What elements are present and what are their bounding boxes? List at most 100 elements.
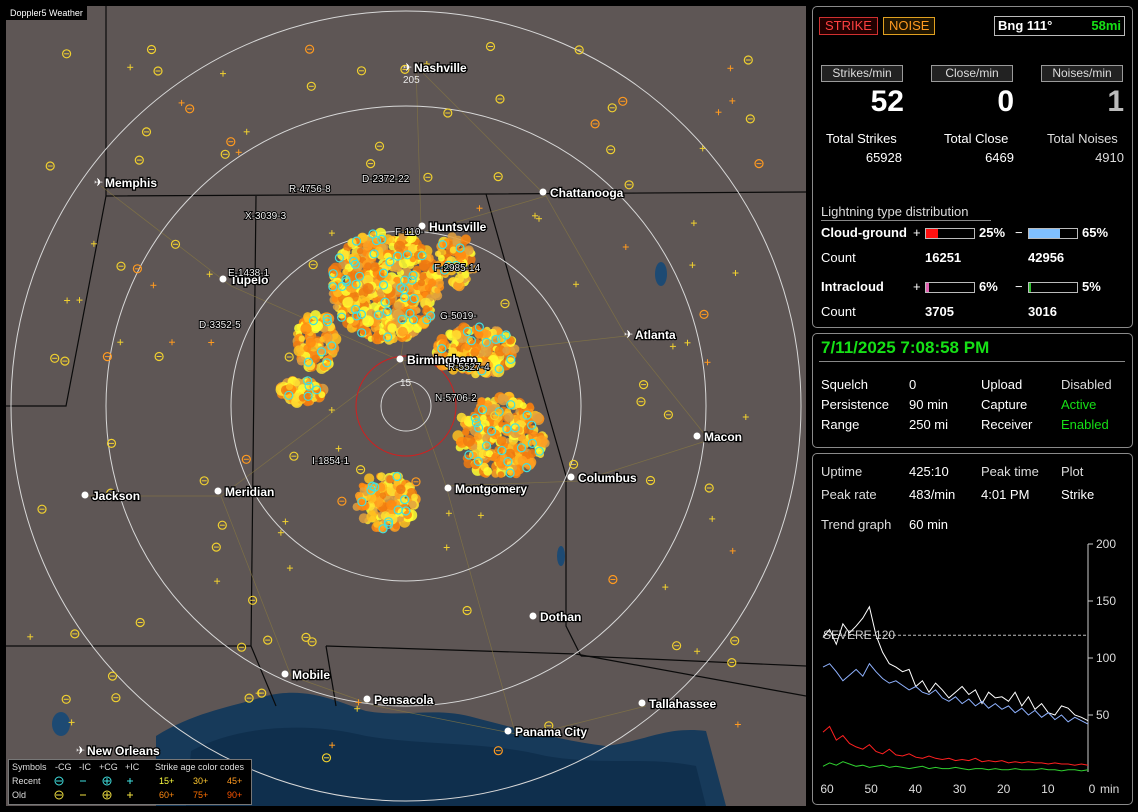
storm-label: E-1438-1 (228, 268, 270, 279)
distribution-title: Lightning type distribution (821, 204, 969, 219)
total-strikes-value: 65928 (865, 150, 902, 165)
legend-col-pos-cg: +CG (99, 762, 118, 772)
city-montgomery: Montgomery (444, 481, 529, 497)
city-dot-icon (638, 699, 646, 707)
trend-chart: 5010015020060 50 40 30 20 10 0 minSEVERE 120 (820, 537, 1119, 796)
persistence-value: 90 min (909, 397, 949, 412)
trend-series-3 (822, 761, 1089, 772)
y-tick-label: 50 (1096, 708, 1110, 722)
city-name: Memphis (105, 176, 157, 190)
range-value: 250 mi (909, 417, 949, 432)
noises-per-min-value: 1 (1107, 85, 1124, 118)
storm-label: G-5019- (440, 311, 477, 322)
city-name: Pensacola (374, 693, 434, 707)
total-close-label: Total Close (944, 131, 1009, 146)
system-status-panel: 7/11/2025 7:08:58 PM Squelch 0 Upload Di… (812, 333, 1133, 448)
range-label: Range (821, 417, 860, 432)
strikes-per-min-header: Strikes/min (821, 65, 903, 82)
storm-label: R-4756-8 (289, 184, 331, 195)
x-tick-label: 60 (820, 782, 834, 796)
y-tick-label: 100 (1096, 651, 1116, 665)
ic-positive-pct: 6% (979, 279, 998, 294)
storm-label: F-110- (395, 227, 424, 238)
ic-positive-count: 3705 (925, 304, 954, 319)
city-name: Meridian (225, 485, 274, 499)
legend-row-old: Old (12, 790, 27, 800)
pos-ic-recent-icon (127, 778, 133, 784)
bearing-label: Bng 111° (998, 18, 1053, 33)
city-tallahassee: Tallahassee (638, 696, 718, 712)
airport-icon: ✈ (76, 744, 85, 757)
ic-negative-count: 3016 (1028, 304, 1057, 319)
x-tick-label: 20 (997, 782, 1011, 796)
storm-label: D-3352-5 (199, 320, 241, 331)
legend-row-recent: Recent (12, 776, 41, 786)
range-label-inner: 15 (400, 378, 412, 389)
city-atlanta: ✈ Atlanta (624, 327, 677, 344)
squelch-label: Squelch (821, 377, 868, 392)
city-new-orleans: ✈ New Orleans (76, 743, 161, 760)
total-close-value: 6469 (985, 150, 1014, 165)
age-15: 15+ (159, 776, 175, 786)
city-name: Montgomery (455, 482, 527, 496)
lightning-map[interactable]: ✈ Nashville ✈ Memphis Chattanooga Huntsville T… (6, 6, 806, 806)
distance-value: 58mi (1091, 18, 1121, 33)
y-tick-label: 200 (1096, 537, 1116, 551)
city-dot-icon (504, 727, 512, 735)
storm-label: D-2372-22 (362, 174, 410, 185)
city-dot-icon (529, 612, 537, 620)
airport-icon: ✈ (403, 61, 412, 74)
strikes-per-min-value: 52 (870, 85, 904, 118)
city-dot-icon (539, 188, 547, 196)
city-panama-city: Panama City (504, 724, 589, 740)
city-name: Columbus (578, 471, 637, 485)
squelch-value: 0 (909, 377, 917, 392)
city-name: Macon (704, 430, 742, 444)
cg-positive-pct: 25% (979, 225, 1006, 240)
airport-icon: ✈ (94, 176, 103, 189)
ic-plus-sign: + (913, 279, 921, 294)
symbol-legend: Symbols -CG -IC +CG +IC Strike age color… (8, 759, 252, 805)
noise-indicator-button[interactable]: NOISE (883, 17, 936, 35)
city-dot-icon (567, 473, 575, 481)
storm-label: F-2985-14 (434, 263, 481, 274)
intracloud-label: Intracloud (821, 279, 884, 294)
datetime-display: 7/11/2025 7:08:58 PM (821, 338, 990, 357)
x-tick-label: 30 (953, 782, 967, 796)
status-divider (819, 361, 1125, 362)
x-unit-label: min (1100, 782, 1119, 796)
age-60: 60+ (159, 790, 175, 800)
city-dot-icon (214, 487, 222, 495)
age-30: 30+ (193, 776, 209, 786)
trend-series-2 (822, 725, 1089, 766)
strike-stats-panel: STRIKE NOISE Bng 111° 58mi Strikes/min C… (812, 6, 1133, 328)
city-pensacola: Pensacola (363, 692, 435, 708)
ic-positive-bar (925, 282, 975, 293)
cg-count-label: Count (821, 250, 856, 265)
y-tick-label: 150 (1096, 594, 1116, 608)
age-45: 45+ (227, 776, 243, 786)
cg-negative-pct: 65% (1082, 225, 1109, 240)
total-strikes-label: Total Strikes (826, 131, 897, 146)
city-name: Panama City (515, 725, 587, 739)
legend-col-neg-ic: -IC (79, 762, 91, 772)
cg-negative-bar (1028, 228, 1078, 239)
receiver-value[interactable]: Enabled (1061, 417, 1109, 432)
city-dot-icon (281, 670, 289, 678)
city-columbus: Columbus (567, 470, 638, 486)
trend-series-0 (822, 605, 1089, 722)
capture-value[interactable]: Active (1061, 397, 1096, 412)
city-name: Chattanooga (550, 186, 624, 200)
upload-label: Upload (981, 377, 1023, 392)
city-dot-icon (396, 355, 404, 363)
ic-negative-pct: 5% (1082, 279, 1101, 294)
storm-label: N-5706-2 (435, 393, 477, 404)
window-title: Doppler5 Weather (6, 6, 87, 20)
strike-indicator-button[interactable]: STRIKE (819, 17, 878, 35)
upload-value[interactable]: Disabled (1061, 377, 1112, 392)
city-name: Huntsville (429, 220, 487, 234)
age-90: 90+ (227, 790, 243, 800)
noises-per-min-header: Noises/min (1041, 65, 1123, 82)
bearing-box: Bng 111° 58mi (994, 16, 1125, 36)
city-name: Tallahassee (649, 697, 716, 711)
